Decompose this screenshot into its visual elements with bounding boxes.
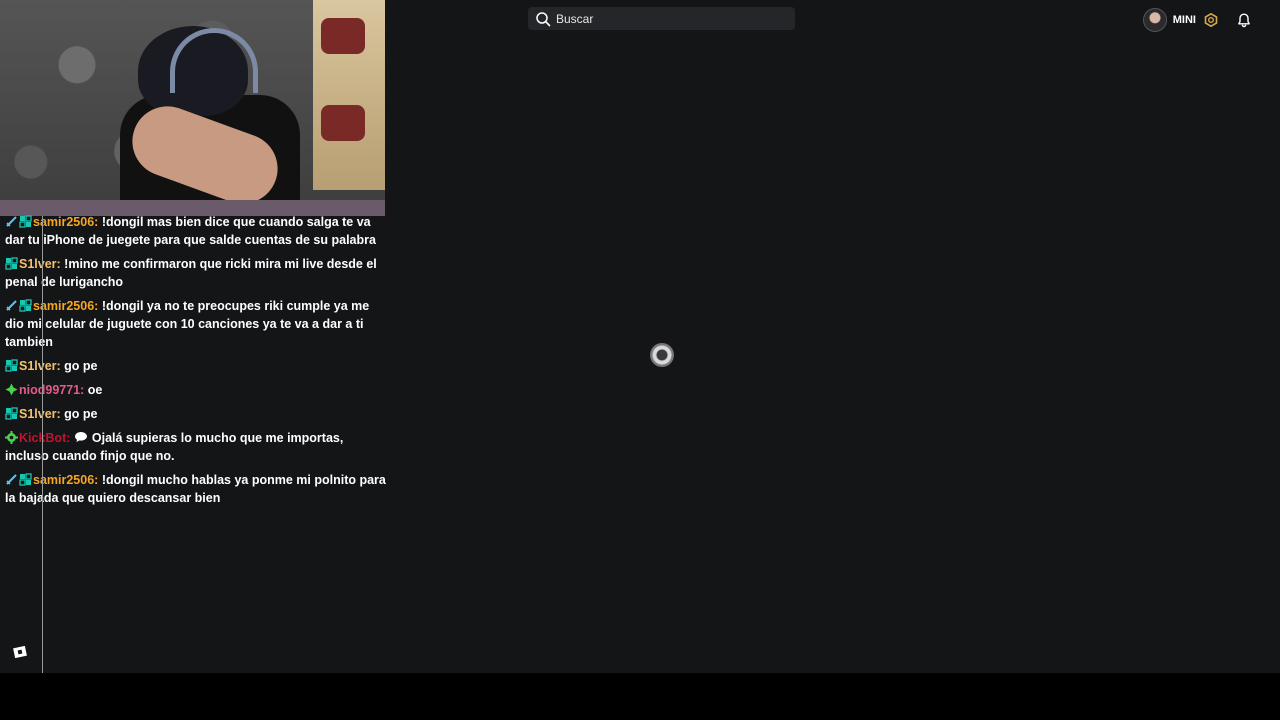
wanted-posters	[313, 0, 385, 190]
moderator-sword-icon	[6, 474, 17, 485]
chat-message: S1lver: go pe	[5, 357, 387, 375]
app-window: MINI samir2506: !dongil mas bien dice qu…	[0, 0, 1280, 673]
chat-username[interactable]: niod99771	[19, 383, 80, 397]
search-input[interactable]	[556, 11, 795, 26]
avatar[interactable]	[1142, 8, 1167, 32]
subscriber-badge-icon	[19, 473, 32, 486]
subscriber-badge-icon	[19, 299, 32, 312]
chat-username[interactable]: S1lver	[19, 257, 57, 271]
chat-message: S1lver: !mino me confirmaron que ricki m…	[5, 255, 387, 291]
chat-username[interactable]: S1lver	[19, 359, 57, 373]
chat-message: niod99771: oe	[5, 381, 387, 399]
speech-bubble-icon	[74, 432, 87, 442]
divider-line	[42, 216, 43, 673]
chat-message: S1lver: go pe	[5, 405, 387, 423]
moderator-sword-icon	[6, 216, 17, 227]
subscriber-badge-icon	[5, 407, 18, 420]
coin-icon[interactable]	[1204, 13, 1218, 27]
chat-panel: samir2506: !dongil mas bien dice que cua…	[5, 214, 387, 513]
bell-icon[interactable]	[1236, 12, 1252, 28]
search-icon	[536, 11, 551, 26]
chat-colon: :	[66, 431, 74, 445]
poster-image	[321, 18, 365, 54]
subscriber-badge-icon	[5, 359, 18, 372]
chat-colon: :	[94, 473, 102, 487]
chat-username[interactable]: S1lver	[19, 407, 57, 421]
subscriber-badge-icon	[19, 215, 32, 228]
chat-text: go pe	[64, 359, 98, 373]
chat-message: samir2506: !dongil mas bien dice que cua…	[5, 213, 387, 249]
chat-colon: :	[94, 215, 102, 229]
chat-text: oe	[87, 383, 103, 397]
subscriber-badge-icon	[5, 257, 18, 270]
loading-spinner-icon	[650, 343, 674, 367]
chat-message: KickBot: Ojalá supieras lo mucho que me …	[5, 429, 387, 465]
taskbar	[0, 673, 1280, 720]
app-logo-icon[interactable]	[13, 645, 27, 659]
search-bar[interactable]	[528, 7, 795, 30]
gift-badge-icon	[5, 383, 18, 396]
chat-colon: :	[94, 299, 102, 313]
username-label[interactable]: MINI	[1173, 14, 1196, 26]
moderator-sword-icon	[6, 300, 17, 311]
poster-image	[321, 105, 365, 141]
user-area: MINI	[1142, 8, 1252, 32]
chat-message: samir2506: !dongil mucho hablas ya ponme…	[5, 471, 387, 507]
webcam-overlay	[0, 0, 385, 216]
bot-badge-icon	[5, 431, 18, 444]
chat-text: go pe	[64, 407, 98, 421]
chat-colon: :	[80, 383, 88, 397]
chat-message: samir2506: !dongil ya no te preocupes ri…	[5, 297, 387, 351]
